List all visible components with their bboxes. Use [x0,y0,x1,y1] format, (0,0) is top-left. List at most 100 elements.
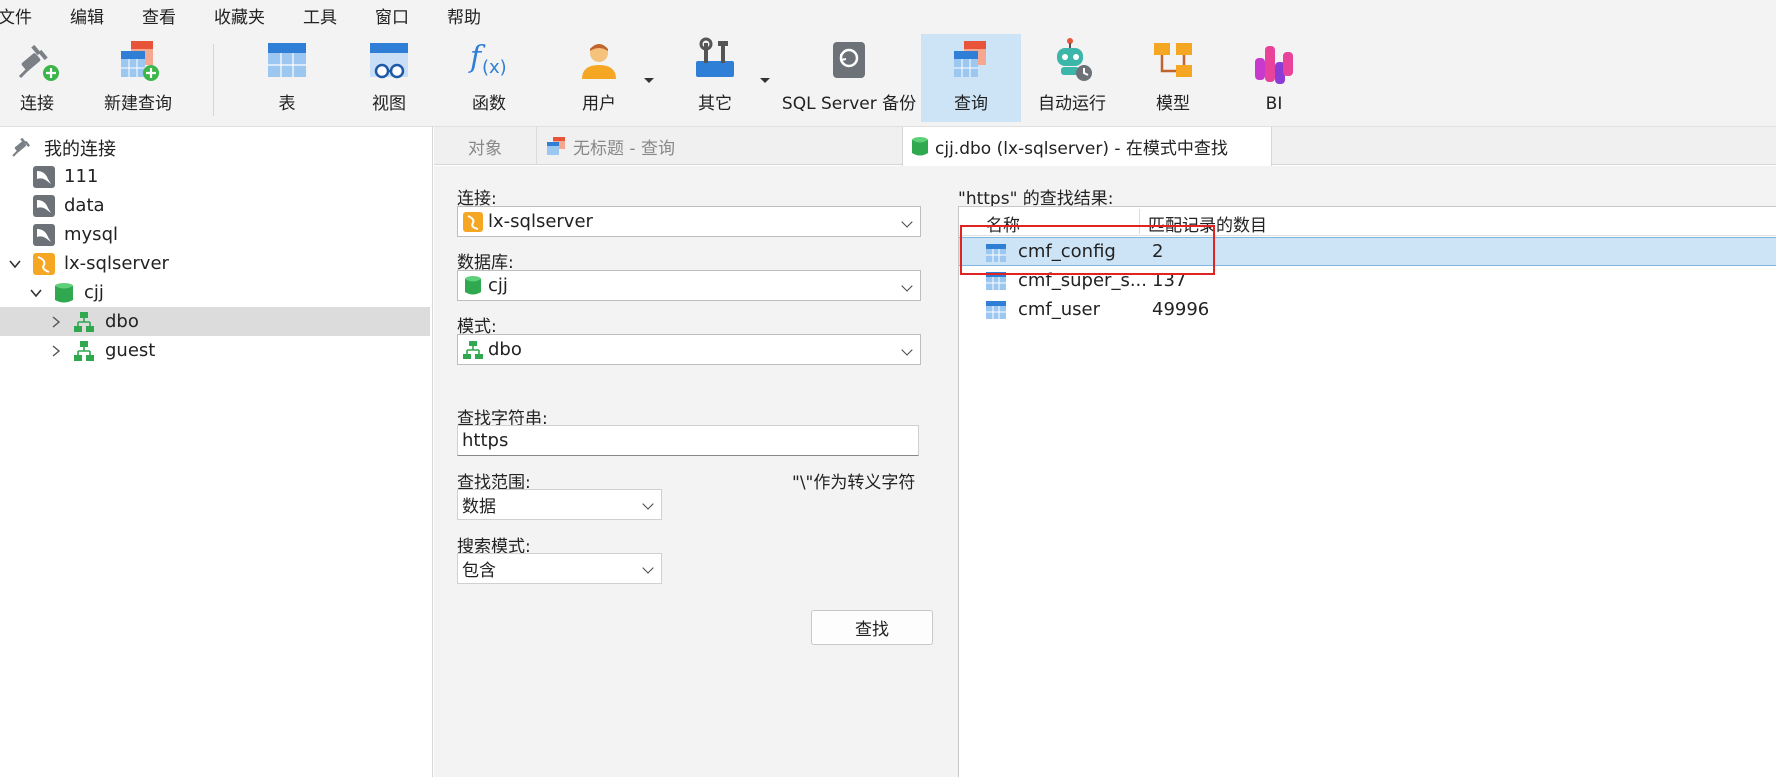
chevron-down-icon [901,216,913,228]
user-icon [576,37,622,83]
backup-icon [826,37,872,83]
search-string-input[interactable] [458,430,918,451]
tree-item-label: data [64,195,105,216]
tab-untitled-query[interactable]: 无标题 - 查询 [536,127,896,165]
tab-objects[interactable]: 对象 [434,127,536,165]
tree-item-guest[interactable]: guest [0,336,430,365]
other-dropdown-caret-icon[interactable] [760,78,770,83]
auto-run-label: 自动运行 [1038,94,1106,114]
chevron-down-icon[interactable] [29,285,43,299]
database-icon [52,281,76,305]
chevron-down-icon [642,562,654,574]
tools-icon [692,37,738,83]
tab-untitled-query-label: 无标题 - 查询 [573,138,675,159]
user-label: 用户 [582,94,616,114]
menu-favorites[interactable]: 收藏夹 [214,3,265,28]
model-icon [1150,37,1196,83]
connection-tree: 我的连接 111 data mysql lx-sqlserver cjj dbo… [0,127,433,777]
chevron-down-icon [642,498,654,510]
escape-char-hint: "\"作为转义字符 [792,473,916,493]
function-button[interactable]: f (x) 函数 [460,34,518,122]
tree-item-mysql[interactable]: mysql [0,220,430,249]
sqlserver-connection-icon [32,252,56,276]
user-dropdown-caret-icon[interactable] [644,78,654,83]
menu-view[interactable]: 查看 [142,3,176,28]
tree-item-111[interactable]: 111 [0,162,430,191]
query-label: 查询 [954,94,988,114]
result-table-name: cmf_user [1018,299,1101,320]
table-label: 表 [278,94,296,114]
table-icon [264,37,310,83]
auto-run-button[interactable]: 自动运行 [1032,34,1112,122]
search-mode-value: 包含 [462,561,496,581]
chevron-right-icon[interactable] [49,314,63,328]
schema-icon [72,310,96,334]
chevron-down-icon[interactable] [8,256,22,270]
menu-help[interactable]: 帮助 [447,3,481,28]
plug-icon [14,37,60,83]
chevron-right-icon[interactable] [49,343,63,357]
sqlserver-connection-icon [462,211,484,233]
connect-button[interactable]: 连接 [8,34,66,122]
search-form-panel: 连接: lx-sqlserver 数据库: cjj 模式: dbo 查找字符串:… [434,166,958,777]
other-label: 其它 [698,94,732,114]
database-icon [909,136,931,158]
connection-select[interactable]: lx-sqlserver [457,206,921,237]
plug-icon [10,135,34,159]
tree-root-my-connections[interactable]: 我的连接 [0,133,430,162]
user-button[interactable]: 用户 [570,34,628,122]
tree-item-lx-sqlserver[interactable]: lx-sqlserver [0,249,430,278]
annotation-highlight-box [960,225,1215,275]
menu-tools[interactable]: 工具 [303,3,337,28]
chevron-down-icon [901,344,913,356]
mysql-connection-icon [32,194,56,218]
schema-select[interactable]: dbo [457,334,921,365]
query-tab-icon [545,135,567,157]
tree-root-label: 我的连接 [44,138,116,160]
find-button[interactable]: 查找 [811,610,933,645]
results-table: 名称 匹配记录的数目 cmf_config 2 cmf_super_s... 1… [958,206,1776,777]
table-row[interactable]: cmf_user 49996 [959,295,1776,324]
menubar: 文件 编辑 查看 收藏夹 工具 窗口 帮助 [0,0,1776,30]
backup-button[interactable]: SQL Server 备份 [782,34,916,122]
database-select[interactable]: cjj [457,270,921,301]
table-icon [985,299,1007,321]
tree-item-data[interactable]: data [0,191,430,220]
view-button[interactable]: 视图 [360,34,418,122]
query-button[interactable]: 查询 [921,34,1021,122]
scope-select[interactable]: 数据 [457,489,662,520]
menu-window[interactable]: 窗口 [375,3,409,28]
scope-value: 数据 [462,497,496,517]
tree-item-label: mysql [64,224,118,245]
schema-icon [72,339,96,363]
function-label: 函数 [472,94,506,114]
mysql-connection-icon [32,165,56,189]
menu-edit[interactable]: 编辑 [70,3,104,28]
bi-button[interactable]: BI [1245,34,1303,122]
model-label: 模型 [1156,94,1190,114]
view-icon [366,37,412,83]
database-value: cjj [488,275,508,296]
bi-icon [1251,42,1297,88]
tab-find-in-schema[interactable]: cjj.dbo (lx-sqlserver) - 在模式中查找 [902,127,1272,166]
toolbar-separator [213,44,214,116]
schema-value: dbo [488,339,522,360]
robot-icon [1049,37,1095,83]
model-button[interactable]: 模型 [1144,34,1202,122]
search-string-field[interactable] [457,425,919,456]
tree-item-label: dbo [105,311,139,332]
new-query-button[interactable]: 新建查询 [98,34,178,122]
tree-item-label: 111 [64,166,99,187]
query-icon [948,37,994,83]
tree-item-dbo[interactable]: dbo [0,307,430,336]
other-button[interactable]: 其它 [686,34,744,122]
tree-item-cjj[interactable]: cjj [0,278,430,307]
tab-bar: 对象 无标题 - 查询 cjj.dbo (lx-sqlserver) - 在模式… [434,127,1776,166]
tab-find-in-schema-label: cjj.dbo (lx-sqlserver) - 在模式中查找 [935,139,1228,159]
table-button[interactable]: 表 [258,34,316,122]
bi-label: BI [1265,94,1283,114]
connection-value: lx-sqlserver [488,211,593,232]
tab-objects-label: 对象 [468,138,502,159]
search-mode-select[interactable]: 包含 [457,553,662,584]
menu-file[interactable]: 文件 [0,3,32,28]
